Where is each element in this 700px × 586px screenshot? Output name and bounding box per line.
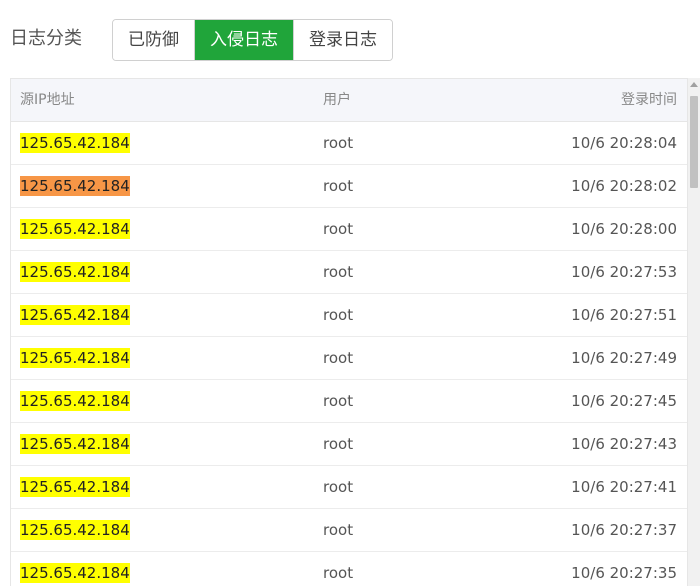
tab-intrusion-log[interactable]: 入侵日志 [195,20,294,60]
row-login-time: 10/6 20:27:41 [571,478,677,496]
row-login-time: 10/6 20:27:37 [571,521,677,539]
log-category-segmented-control: 已防御 入侵日志 登录日志 [112,19,393,61]
table-row: 125.65.42.184 root 10/6 20:27:53 [11,251,687,294]
table-row: 125.65.42.184 root 10/6 20:27:41 [11,466,687,509]
row-source-ip: 125.65.42.184 [20,391,130,411]
header-user: 用户 [323,92,351,108]
intrusion-log-table: 源IP地址 用户 登录时间 125.65.42.184 root 10/6 20:2… [10,78,688,586]
row-user: root [323,435,354,453]
row-login-time: 10/6 20:27:53 [571,263,677,281]
row-user: root [323,564,354,582]
row-login-time: 10/6 20:28:00 [571,220,677,238]
row-source-ip-cell: 125.65.42.184 [20,552,130,586]
table-row: 125.65.42.184 root 10/6 20:28:02 [11,165,687,208]
table-row: 125.65.42.184 root 10/6 20:27:43 [11,423,687,466]
tab-login-log[interactable]: 登录日志 [294,20,392,60]
scroll-thumb[interactable] [690,96,698,188]
table-body: 125.65.42.184 root 10/6 20:28:04 125.65.42.… [11,122,687,586]
tab-defended[interactable]: 已防御 [113,20,195,60]
row-login-time: 10/6 20:27:45 [571,392,677,410]
table-row: 125.65.42.184 root 10/6 20:28:00 [11,208,687,251]
table-row: 125.65.42.184 root 10/6 20:27:49 [11,337,687,380]
table-row: 125.65.42.184 root 10/6 20:28:04 [11,122,687,165]
row-source-ip-cell: 125.65.42.184 [20,466,130,508]
row-source-ip-cell: 125.65.42.184 [20,122,130,164]
row-source-ip-cell: 125.65.42.184 [20,251,130,293]
row-source-ip-cell: 125.65.42.184 [20,294,130,336]
table-header: 源IP地址 用户 登录时间 [11,79,687,122]
row-login-time: 10/6 20:27:35 [571,564,677,582]
row-source-ip: 125.65.42.184 [20,563,130,583]
header-login-time: 登录时间 [621,92,677,108]
row-login-time: 10/6 20:27:43 [571,435,677,453]
row-source-ip: 125.65.42.184 [20,262,130,282]
row-source-ip-cell: 125.65.42.184 [20,165,130,207]
row-user: root [323,478,354,496]
table-row: 125.65.42.184 root 10/6 20:27:37 [11,509,687,552]
table-row: 125.65.42.184 root 10/6 20:27:45 [11,380,687,423]
row-user: root [323,263,354,281]
table-row: 125.65.42.184 root 10/6 20:27:35 [11,552,687,586]
row-source-ip: 125.65.42.184 [20,176,130,196]
row-source-ip: 125.65.42.184 [20,219,130,239]
row-source-ip-cell: 125.65.42.184 [20,423,130,465]
row-source-ip-cell: 125.65.42.184 [20,380,130,422]
row-login-time: 10/6 20:27:51 [571,306,677,324]
scroll-up-arrow-icon[interactable] [690,82,698,87]
row-user: root [323,521,354,539]
row-source-ip: 125.65.42.184 [20,348,130,368]
row-source-ip-cell: 125.65.42.184 [20,208,130,250]
row-user: root [323,134,354,152]
row-user: root [323,392,354,410]
row-source-ip-cell: 125.65.42.184 [20,509,130,551]
row-source-ip: 125.65.42.184 [20,434,130,454]
log-category-label: 日志分类 [10,28,82,49]
row-user: root [323,349,354,367]
row-login-time: 10/6 20:27:49 [571,349,677,367]
row-login-time: 10/6 20:28:02 [571,177,677,195]
table-row: 125.65.42.184 root 10/6 20:27:51 [11,294,687,337]
row-source-ip: 125.65.42.184 [20,520,130,540]
row-user: root [323,177,354,195]
log-category-toolbar: 日志分类 已防御 入侵日志 登录日志 [0,0,700,78]
row-user: root [323,220,354,238]
row-source-ip: 125.65.42.184 [20,305,130,325]
row-source-ip-cell: 125.65.42.184 [20,337,130,379]
header-source-ip: 源IP地址 [20,92,75,108]
row-login-time: 10/6 20:28:04 [571,134,677,152]
row-user: root [323,306,354,324]
table-scrollbar[interactable] [688,78,700,586]
row-source-ip: 125.65.42.184 [20,477,130,497]
row-source-ip: 125.65.42.184 [20,133,130,153]
